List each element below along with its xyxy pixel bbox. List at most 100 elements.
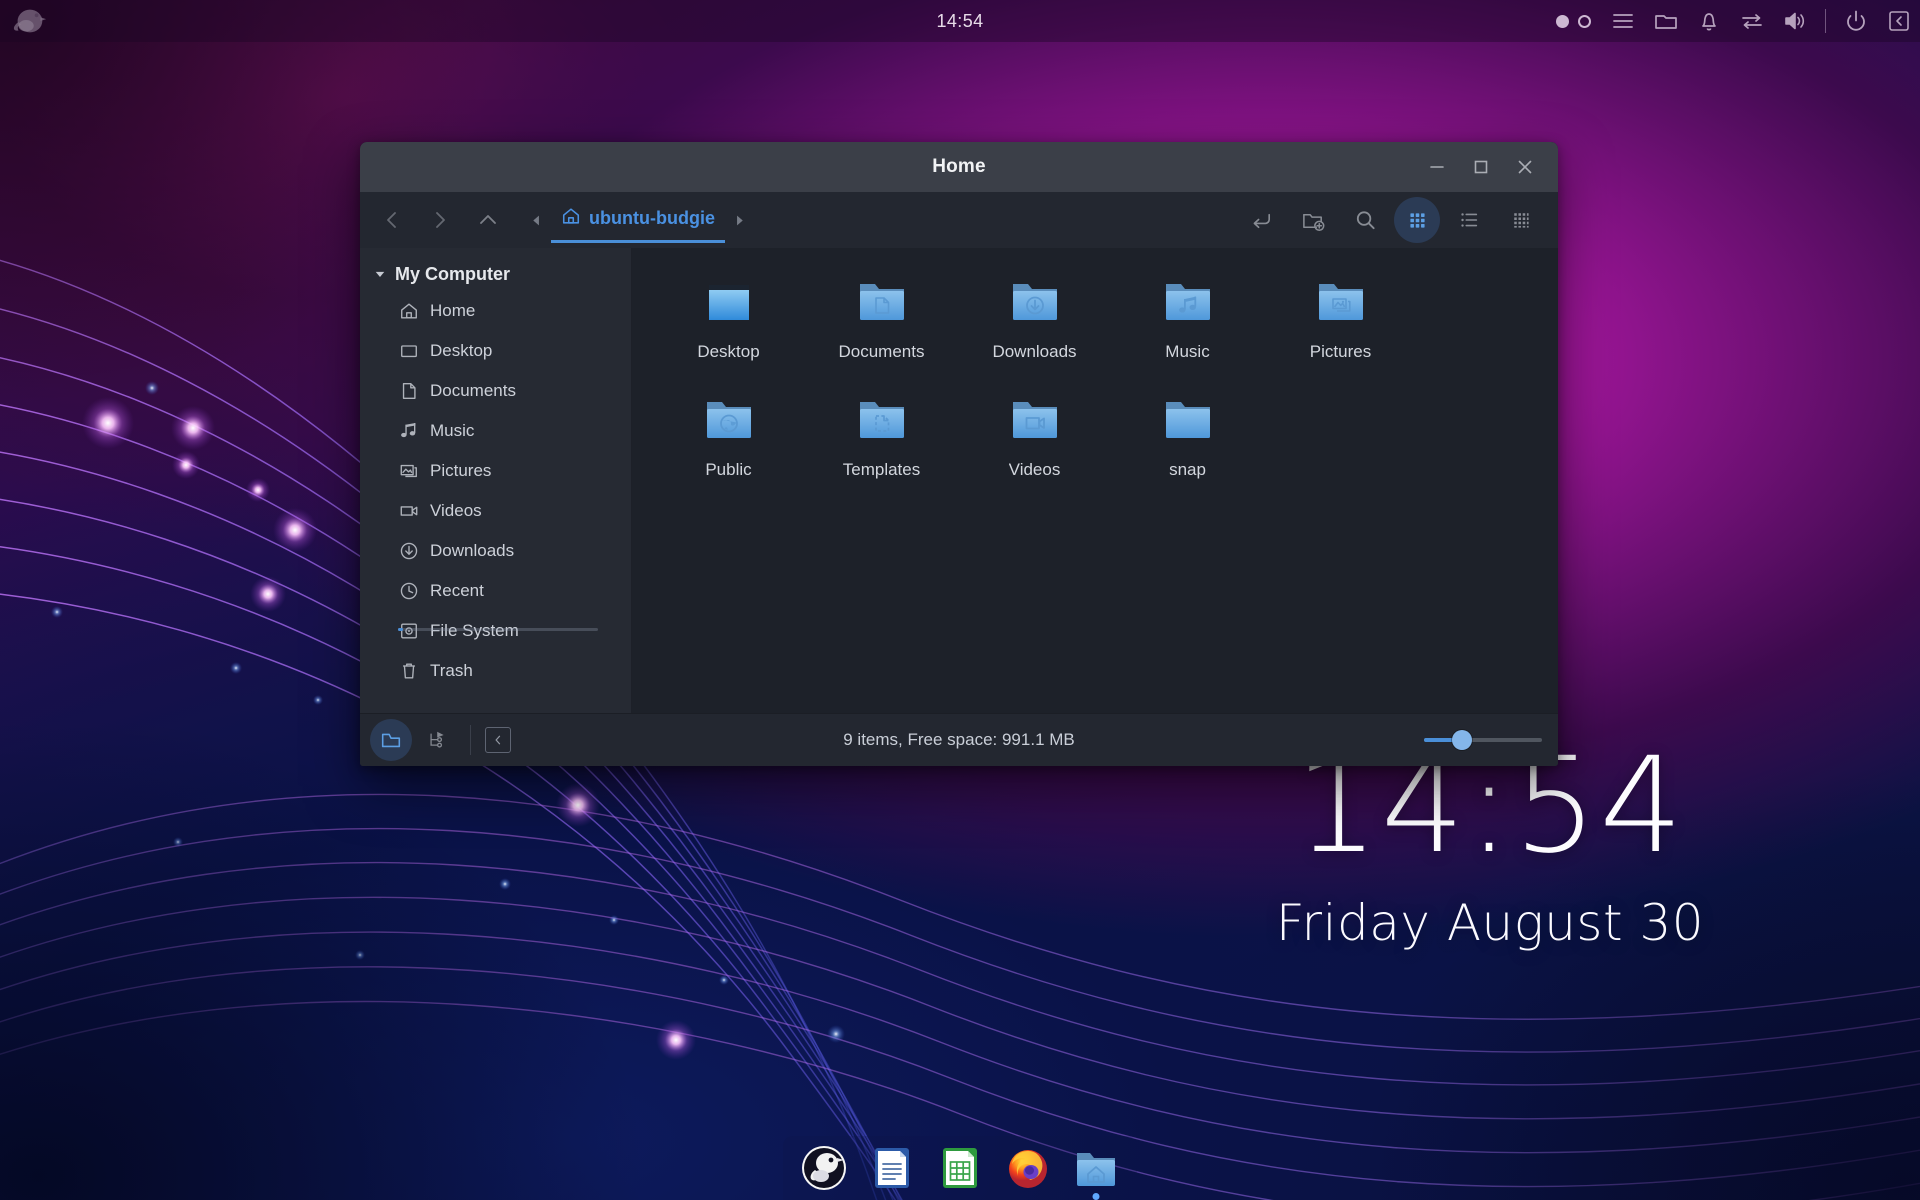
- sidebar-group-my-computer[interactable]: My Computer: [360, 258, 631, 291]
- list-view-button[interactable]: [1446, 197, 1492, 243]
- file-item-pictures[interactable]: Pictures: [1264, 266, 1417, 384]
- workspace-switcher[interactable]: [1556, 14, 1591, 28]
- file-label: Pictures: [1309, 342, 1372, 361]
- sidebar-item-label: Music: [430, 421, 475, 440]
- search-button[interactable]: [1342, 197, 1388, 243]
- file-label: Documents: [838, 342, 925, 361]
- panel-separator: [1825, 9, 1826, 33]
- folder-templates-icon: [851, 394, 913, 448]
- sidebar-item-label: Pictures: [430, 461, 492, 480]
- pane-collapse-button[interactable]: [485, 727, 511, 753]
- workspace-dot-1[interactable]: [1556, 14, 1569, 28]
- file-icon-view: Desktop Documents Downloads Music Pictur…: [632, 248, 1558, 713]
- file-label: snap: [1169, 460, 1206, 479]
- file-item-desktop[interactable]: Desktop: [652, 266, 805, 384]
- status-bar: 9 items, Free space: 991.1 MB: [360, 713, 1558, 766]
- panel-left-section: [0, 2, 48, 40]
- file-item-music[interactable]: Music: [1111, 266, 1264, 384]
- folder-public-icon: [698, 394, 760, 448]
- budgie-bird-logo[interactable]: [10, 2, 48, 40]
- bell-icon[interactable]: [1696, 8, 1722, 34]
- top-panel: 14:54: [0, 0, 1920, 42]
- sidebar-scrollbar[interactable]: [398, 628, 598, 631]
- file-label: Public: [705, 460, 752, 479]
- status-separator: [470, 725, 471, 755]
- menu-icon[interactable]: [1610, 8, 1636, 34]
- panel-collapse-icon[interactable]: [1886, 8, 1912, 34]
- file-item-downloads[interactable]: Downloads: [958, 266, 1111, 384]
- dock: [783, 1136, 1137, 1200]
- window-titlebar[interactable]: Home: [360, 142, 1558, 192]
- sidebar-item-trash[interactable]: Trash: [360, 651, 631, 691]
- zoom-slider[interactable]: [1424, 729, 1542, 751]
- file-label: Templates: [842, 460, 921, 479]
- sidebar-item-pictures[interactable]: Pictures: [360, 451, 631, 491]
- parent-folder-button[interactable]: [466, 200, 510, 240]
- sidebar-item-label: File System: [430, 621, 519, 640]
- sidebar-item-desktop[interactable]: Desktop: [360, 331, 631, 371]
- sidebar-item-label: Documents: [430, 381, 516, 400]
- sidebar-item-recent[interactable]: Recent: [360, 571, 631, 611]
- compact-view-button[interactable]: [1498, 197, 1544, 243]
- sidebar-item-videos[interactable]: Videos: [360, 491, 631, 531]
- breadcrumb-scroll-left[interactable]: [522, 214, 551, 227]
- zoom-slider-handle[interactable]: [1452, 730, 1472, 750]
- sidebar-item-label: Downloads: [430, 541, 515, 560]
- breadcrumb-ubuntu-budgie[interactable]: ubuntu-budgie: [551, 197, 725, 243]
- file-item-templates[interactable]: Templates: [805, 384, 958, 502]
- folder-documents-icon: [851, 276, 913, 330]
- desktop-screen-icon: [698, 276, 760, 330]
- dock-item-libreoffice-calc[interactable]: [937, 1145, 983, 1191]
- sidebar-item-home[interactable]: Home: [360, 291, 631, 331]
- breadcrumb-bar: ubuntu-budgie: [522, 197, 754, 243]
- file-label: Music: [1165, 342, 1210, 361]
- file-grid: Desktop Documents Downloads Music Pictur…: [652, 266, 1538, 502]
- breadcrumb-scroll-right[interactable]: [725, 214, 754, 227]
- file-item-documents[interactable]: Documents: [805, 266, 958, 384]
- trash-icon: [398, 661, 419, 682]
- network-icon[interactable]: [1739, 8, 1765, 34]
- close-button[interactable]: [1514, 156, 1536, 178]
- dock-item-firefox[interactable]: [1005, 1145, 1051, 1191]
- sidebar: My Computer Home Desktop Documents Music…: [360, 248, 632, 713]
- toolbar-right-buttons: [1238, 197, 1544, 243]
- running-indicator-dot: [1092, 1193, 1100, 1200]
- clock-icon: [398, 581, 419, 602]
- folder-pictures-icon: [1310, 276, 1372, 330]
- back-button[interactable]: [370, 200, 414, 240]
- tree-view-toggle[interactable]: [416, 719, 458, 761]
- power-icon[interactable]: [1843, 8, 1869, 34]
- dock-item-libreoffice-writer[interactable]: [869, 1145, 915, 1191]
- undo-button[interactable]: [1238, 197, 1284, 243]
- sidebar-item-music[interactable]: Music: [360, 411, 631, 451]
- maximize-button[interactable]: [1470, 156, 1492, 178]
- picture-icon: [398, 461, 419, 482]
- window-title: Home: [932, 156, 986, 177]
- dock-item-files[interactable]: [1073, 1145, 1119, 1200]
- folder-icon[interactable]: [1653, 8, 1679, 34]
- file-item-public[interactable]: Public: [652, 384, 805, 502]
- folder-plain-icon: [1157, 394, 1219, 448]
- icon-view-toggle[interactable]: [370, 719, 412, 761]
- desktop-icon: [398, 341, 419, 362]
- volume-icon[interactable]: [1782, 8, 1808, 34]
- sidebar-item-label: Videos: [430, 501, 482, 520]
- workspace-dot-2[interactable]: [1578, 14, 1591, 28]
- status-text: 9 items, Free space: 991.1 MB: [843, 730, 1075, 749]
- video-camera-icon: [398, 501, 419, 522]
- new-folder-button[interactable]: [1290, 197, 1336, 243]
- music-note-icon: [398, 421, 419, 442]
- icon-view-button[interactable]: [1394, 197, 1440, 243]
- file-item-videos[interactable]: Videos: [958, 384, 1111, 502]
- folder-videos-icon: [1004, 394, 1066, 448]
- sidebar-item-documents[interactable]: Documents: [360, 371, 631, 411]
- minimize-button[interactable]: [1426, 156, 1448, 178]
- dock-item-budgie-menu[interactable]: [801, 1145, 847, 1191]
- forward-button[interactable]: [418, 200, 462, 240]
- sidebar-item-file-system[interactable]: File System: [360, 611, 631, 651]
- window-controls: [1426, 156, 1558, 178]
- sidebar-item-label: Home: [430, 301, 476, 320]
- file-item-snap[interactable]: snap: [1111, 384, 1264, 502]
- sidebar-item-downloads[interactable]: Downloads: [360, 531, 631, 571]
- chevron-down-icon: [374, 264, 386, 285]
